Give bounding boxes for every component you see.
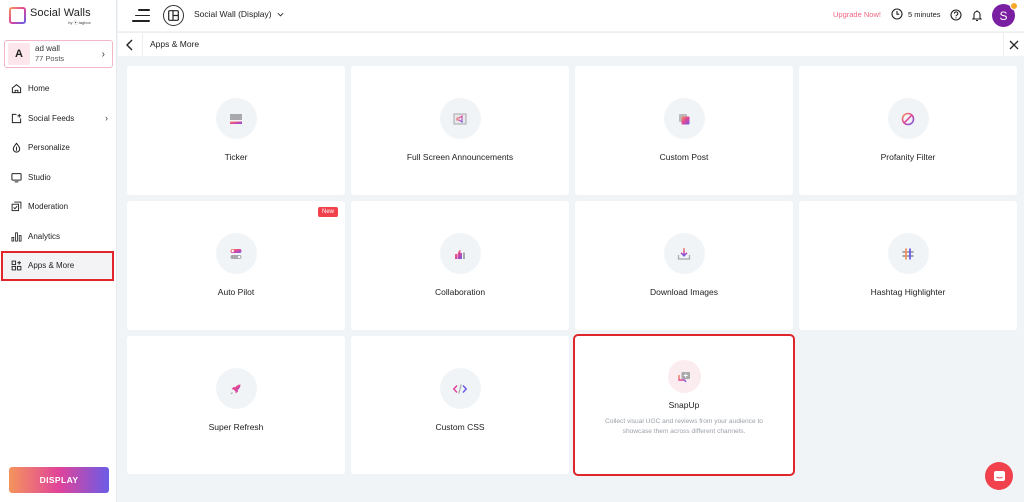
toggle-icon: [215, 233, 257, 274]
sidebar-item-studio[interactable]: Studio: [0, 163, 117, 193]
page-header: Apps & More: [118, 32, 1024, 56]
rocket-icon: [215, 368, 257, 409]
help-icon[interactable]: [950, 9, 962, 21]
app-card-ticker[interactable]: Ticker: [127, 66, 345, 195]
app-title: Super Refresh: [208, 422, 264, 432]
app-card-super-refresh[interactable]: Super Refresh: [127, 336, 345, 474]
chevron-down-icon: [277, 12, 284, 16]
drop-icon: [11, 142, 22, 153]
page-title: Apps & More: [150, 39, 200, 49]
layout-icon[interactable]: [163, 5, 184, 26]
custom-post-icon: [663, 98, 705, 139]
sidebar-item-label: Studio: [28, 172, 51, 182]
top-bar: Social Wall (Display) Upgrade Now! 5 min…: [118, 0, 1024, 31]
app-card-hashtag-highlighter[interactable]: Hashtag Highlighter: [799, 201, 1017, 330]
clock-icon: [891, 8, 903, 20]
prohibited-icon: [887, 98, 929, 139]
app-title: Custom CSS: [435, 422, 485, 432]
sidebar-nav: Home Social Feeds › Personalize Studio M…: [0, 74, 117, 281]
app-title: Download Images: [649, 287, 719, 297]
app-description: Collect visual UGC and reviews from your…: [605, 418, 763, 435]
timer-text: 5 minutes: [908, 9, 941, 19]
thumbs-up-icon: [439, 233, 481, 274]
close-icon: [1009, 40, 1019, 49]
snapup-icon: [667, 360, 701, 393]
monitor-icon: [11, 172, 22, 183]
app-title: Hashtag Highlighter: [870, 287, 946, 297]
account-post-count: 77 Posts: [35, 54, 65, 63]
app-title: SnapUp: [668, 400, 700, 410]
add-feed-icon: [11, 113, 22, 124]
account-name: ad wall: [35, 44, 60, 53]
close-button[interactable]: [1003, 33, 1024, 56]
menu-toggle-icon[interactable]: [132, 9, 150, 22]
download-icon: [663, 233, 705, 274]
chevron-right-icon: ›: [105, 113, 108, 124]
hashtag-icon: [887, 233, 929, 274]
announcement-icon: [439, 98, 481, 139]
code-icon: [439, 368, 481, 409]
wall-selector-dropdown[interactable]: Social Wall (Display): [194, 9, 284, 19]
moderation-icon: [11, 201, 22, 212]
home-icon: [11, 83, 22, 94]
sidebar-item-label: Home: [28, 84, 50, 94]
sidebar: Social Walls by ⦿ tagbox A ad wall 77 Po…: [0, 0, 117, 502]
sidebar-item-label: Analytics: [28, 231, 61, 241]
app-card-auto-pilot[interactable]: New Auto Pilot: [127, 201, 345, 330]
app-name: Social Walls: [30, 7, 91, 19]
sidebar-item-analytics[interactable]: Analytics: [0, 222, 117, 252]
sidebar-item-social-feeds[interactable]: Social Feeds ›: [0, 104, 117, 134]
sidebar-item-label: Social Feeds: [28, 113, 75, 123]
app-title: Ticker: [224, 152, 248, 162]
app-card-profanity-filter[interactable]: Profanity Filter: [799, 66, 1017, 195]
chat-icon: [993, 470, 1005, 481]
app-logo[interactable]: Social Walls by ⦿ tagbox: [9, 7, 91, 25]
chevron-right-icon: ›: [101, 48, 105, 60]
sidebar-item-label: Apps & More: [28, 261, 75, 271]
social-walls-logo-icon: [9, 7, 26, 24]
session-timer: 5 minutes: [891, 8, 941, 20]
account-switcher[interactable]: A ad wall 77 Posts ›: [4, 40, 113, 68]
apps-grid: Ticker Full Screen Announcements Custom …: [127, 66, 1017, 476]
apps-icon: [11, 260, 22, 271]
analytics-icon: [11, 231, 22, 242]
chevron-left-icon: [126, 39, 133, 50]
upgrade-link[interactable]: Upgrade Now!: [833, 10, 881, 19]
app-card-full-screen-announcements[interactable]: Full Screen Announcements: [351, 66, 569, 195]
account-avatar: A: [8, 43, 30, 65]
app-title: Custom Post: [659, 152, 709, 162]
app-title: Profanity Filter: [880, 152, 936, 162]
app-card-custom-css[interactable]: Custom CSS: [351, 336, 569, 474]
app-title: Auto Pilot: [217, 287, 255, 297]
sidebar-item-label: Personalize: [28, 143, 70, 153]
app-card-snapup[interactable]: SnapUp Collect visual UGC and reviews fr…: [573, 334, 795, 476]
sidebar-item-apps-and-more[interactable]: Apps & More: [1, 251, 114, 281]
sidebar-item-label: Moderation: [28, 202, 69, 212]
app-card-download-images[interactable]: Download Images: [575, 201, 793, 330]
app-card-collaboration[interactable]: Collaboration: [351, 201, 569, 330]
app-title: Full Screen Announcements: [406, 152, 514, 162]
sidebar-item-moderation[interactable]: Moderation: [0, 192, 117, 222]
app-title: Collaboration: [434, 287, 486, 297]
chat-support-button[interactable]: [985, 462, 1013, 490]
app-byline: by ⦿ tagbox: [68, 20, 91, 25]
premium-star-icon: [1010, 2, 1018, 10]
sidebar-item-home[interactable]: Home: [0, 74, 117, 104]
new-badge: New: [317, 207, 338, 217]
wall-selector-label: Social Wall (Display): [194, 9, 272, 19]
app-card-custom-post[interactable]: Custom Post: [575, 66, 793, 195]
ticker-icon: [215, 98, 257, 139]
back-button[interactable]: [118, 33, 143, 56]
notification-bell-icon[interactable]: [971, 9, 983, 22]
display-button[interactable]: DISPLAY: [9, 467, 109, 493]
sidebar-item-personalize[interactable]: Personalize: [0, 133, 117, 163]
